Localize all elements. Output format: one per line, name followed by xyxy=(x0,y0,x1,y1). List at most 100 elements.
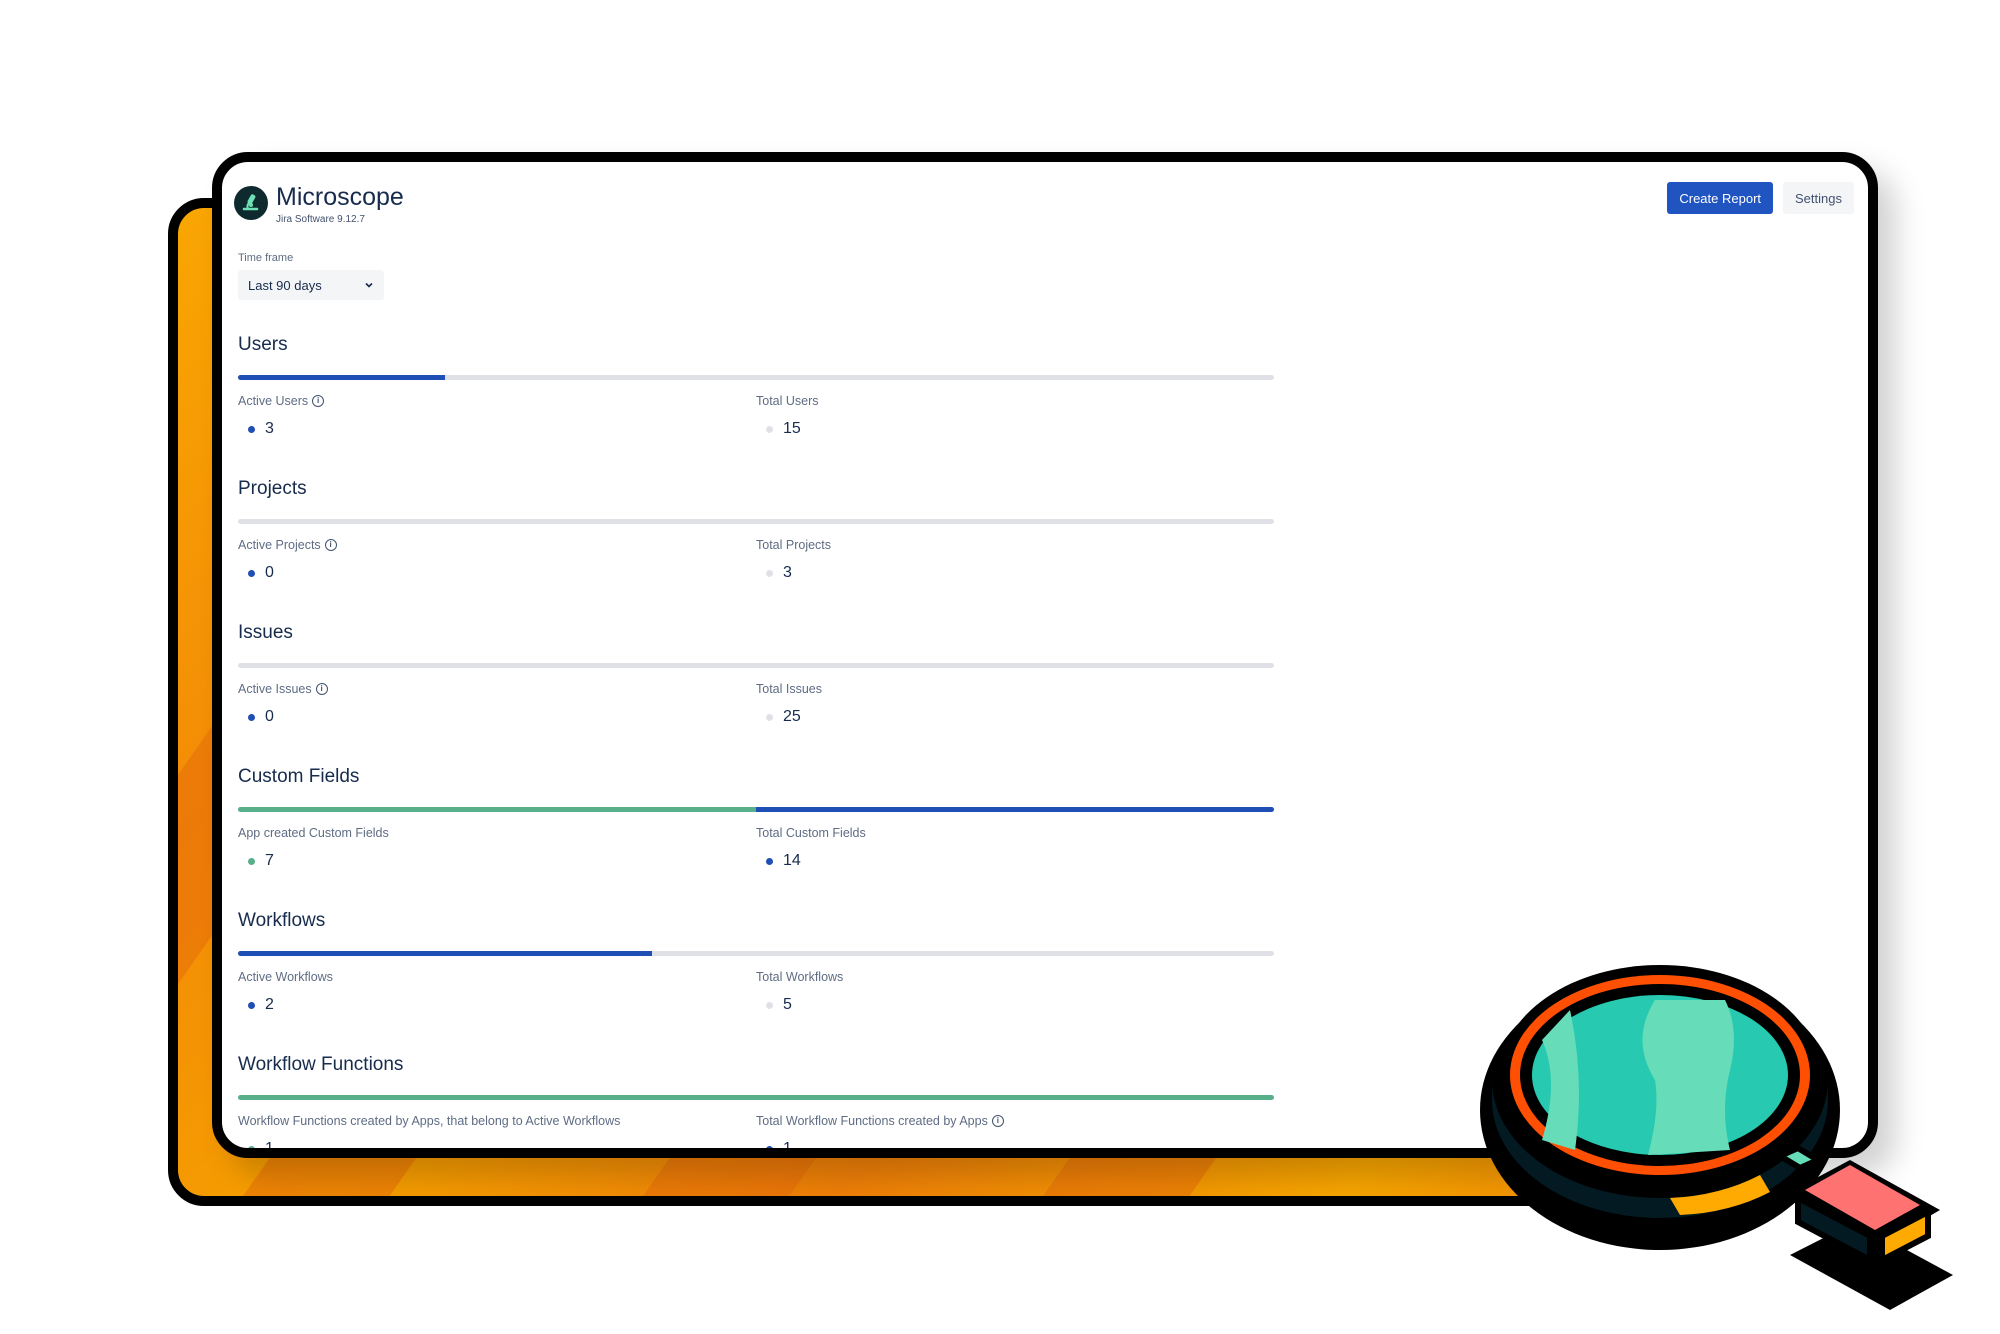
metric-value: 5 xyxy=(783,996,792,1013)
legend-dot xyxy=(248,857,255,865)
metric-label: Total Custom Fields xyxy=(756,826,866,840)
legend-dot xyxy=(766,569,773,577)
info-icon[interactable]: i xyxy=(991,1115,1004,1127)
metric-value-row: 0 xyxy=(248,708,756,726)
legend-dot xyxy=(766,713,773,721)
metric-label: Active Users xyxy=(238,394,309,408)
progress-bar-fill xyxy=(238,951,653,956)
legend-dot xyxy=(766,425,773,433)
metric-label-row: Total Workflows xyxy=(756,969,1274,985)
metric-value-row: 14 xyxy=(766,852,1274,870)
progress-bar-fill xyxy=(756,807,1274,812)
metric-label: Total Users xyxy=(756,394,819,408)
metric-label-row: Total Projects xyxy=(756,537,1274,553)
metric-right: Total Workflow Functions created by Apps… xyxy=(756,1113,1274,1157)
section-title: Workflow Functions xyxy=(238,1054,404,1075)
metric-left: Active Users i 3 xyxy=(238,393,756,438)
progress-bar xyxy=(238,519,1274,524)
progress-bar xyxy=(238,807,1274,812)
metric-label: Total Workflows xyxy=(756,970,844,984)
section-users: Users Active Users i 3 Total Users 15 xyxy=(238,332,1274,476)
section-custom-fields: Custom Fields App created Custom Fields 7 T… xyxy=(238,764,1274,908)
metric-value: 25 xyxy=(783,708,801,725)
metric-label-row: Total Custom Fields xyxy=(756,825,1274,841)
metric-value: 1 xyxy=(783,1140,792,1157)
metric-right: Total Users 15 xyxy=(756,393,1274,438)
timeframe-selected-value: Last 90 days xyxy=(248,277,322,293)
progress-bar-fill xyxy=(238,807,756,812)
metric-label-row: Total Workflow Functions created by Apps… xyxy=(756,1113,1274,1129)
metric-value-row: 3 xyxy=(248,420,756,438)
metric-value: 14 xyxy=(783,852,801,869)
microscope-logo-icon xyxy=(234,186,268,220)
metric-value-row: 15 xyxy=(766,420,1274,438)
metric-value: 2 xyxy=(265,996,274,1013)
metric-label: Workflow Functions created by Apps, that… xyxy=(238,1114,621,1128)
legend-dot xyxy=(248,1145,255,1148)
metric-value: 1 xyxy=(265,1140,274,1157)
metric-right: Total Workflows 5 xyxy=(756,969,1274,1014)
info-icon[interactable]: i xyxy=(312,395,325,407)
timeframe-select[interactable]: Last 90 days xyxy=(238,270,384,300)
metric-label: App created Custom Fields xyxy=(238,826,389,840)
legend-dot xyxy=(766,1001,773,1009)
metric-left: Workflow Functions created by Apps, that… xyxy=(238,1113,756,1157)
legend-dot xyxy=(766,857,773,865)
legend-dot xyxy=(248,713,255,721)
metric-right: Total Issues 25 xyxy=(756,681,1274,726)
metric-left: App created Custom Fields 7 xyxy=(238,825,756,870)
section-workflow-functions: Workflow Functions Workflow Functions cre… xyxy=(238,1052,1274,1157)
metric-label-row: Total Issues xyxy=(756,681,1274,697)
info-icon[interactable]: i xyxy=(315,683,328,695)
create-report-button[interactable]: Create Report xyxy=(1667,182,1774,214)
metric-label-row: Active Workflows xyxy=(238,969,756,985)
section-projects: Projects Active Projects i 0 Total Projects 3 xyxy=(238,476,1274,620)
metric-left: Active Issues i 0 xyxy=(238,681,756,726)
progress-bar xyxy=(238,1095,1274,1100)
header-actions: Create Report Settings xyxy=(1667,182,1854,214)
section-title: Issues xyxy=(238,622,293,643)
progress-bar-fill xyxy=(238,375,446,380)
app-title: Microscope xyxy=(276,183,404,211)
metric-value: 15 xyxy=(783,420,801,437)
metric-value-row: 25 xyxy=(766,708,1274,726)
metric-value: 3 xyxy=(265,420,274,437)
progress-bar xyxy=(238,951,1274,956)
section-title: Projects xyxy=(238,478,307,499)
progress-bar xyxy=(238,375,1274,380)
metric-value: 0 xyxy=(265,564,274,581)
app-version: Jira Software 9.12.7 xyxy=(276,214,365,225)
metric-value: 0 xyxy=(265,708,274,725)
legend-dot xyxy=(766,1145,773,1148)
app-header: Microscope Jira Software 9.12.7 xyxy=(234,182,404,225)
progress-bar-fill xyxy=(238,1095,1274,1100)
metric-label-row: Active Issues i xyxy=(238,681,756,697)
metric-value: 3 xyxy=(783,564,792,581)
metric-left: Active Workflows 2 xyxy=(238,969,756,1014)
section-title: Custom Fields xyxy=(238,766,360,787)
metric-label: Active Issues xyxy=(238,682,312,696)
metric-label: Active Workflows xyxy=(238,970,333,984)
legend-dot xyxy=(248,569,255,577)
info-icon[interactable]: i xyxy=(324,539,337,551)
metric-value-row: 1 xyxy=(766,1140,1274,1157)
metric-value-row: 0 xyxy=(248,564,756,582)
legend-dot xyxy=(248,1001,255,1009)
magnifier-illustration-icon xyxy=(1480,965,1953,1310)
metric-label: Total Issues xyxy=(756,682,823,696)
section-title: Users xyxy=(238,334,288,355)
metrics-sections: Users Active Users i 3 Total Users 15 Projects… xyxy=(238,332,1274,1157)
metric-label-row: App created Custom Fields xyxy=(238,825,756,841)
metric-value-row: 7 xyxy=(248,852,756,870)
metric-right: Total Custom Fields 14 xyxy=(756,825,1274,870)
settings-button[interactable]: Settings xyxy=(1783,182,1854,214)
section-workflows: Workflows Active Workflows 2 Total Workflow… xyxy=(238,908,1274,1052)
metric-label: Active Projects xyxy=(238,538,321,552)
metric-value: 7 xyxy=(265,852,274,869)
metric-right: Total Projects 3 xyxy=(756,537,1274,582)
metric-left: Active Projects i 0 xyxy=(238,537,756,582)
legend-dot xyxy=(248,425,255,433)
timeframe-label: Time frame xyxy=(238,252,294,264)
chevron-down-icon xyxy=(364,278,374,293)
metric-value-row: 1 xyxy=(248,1140,756,1157)
